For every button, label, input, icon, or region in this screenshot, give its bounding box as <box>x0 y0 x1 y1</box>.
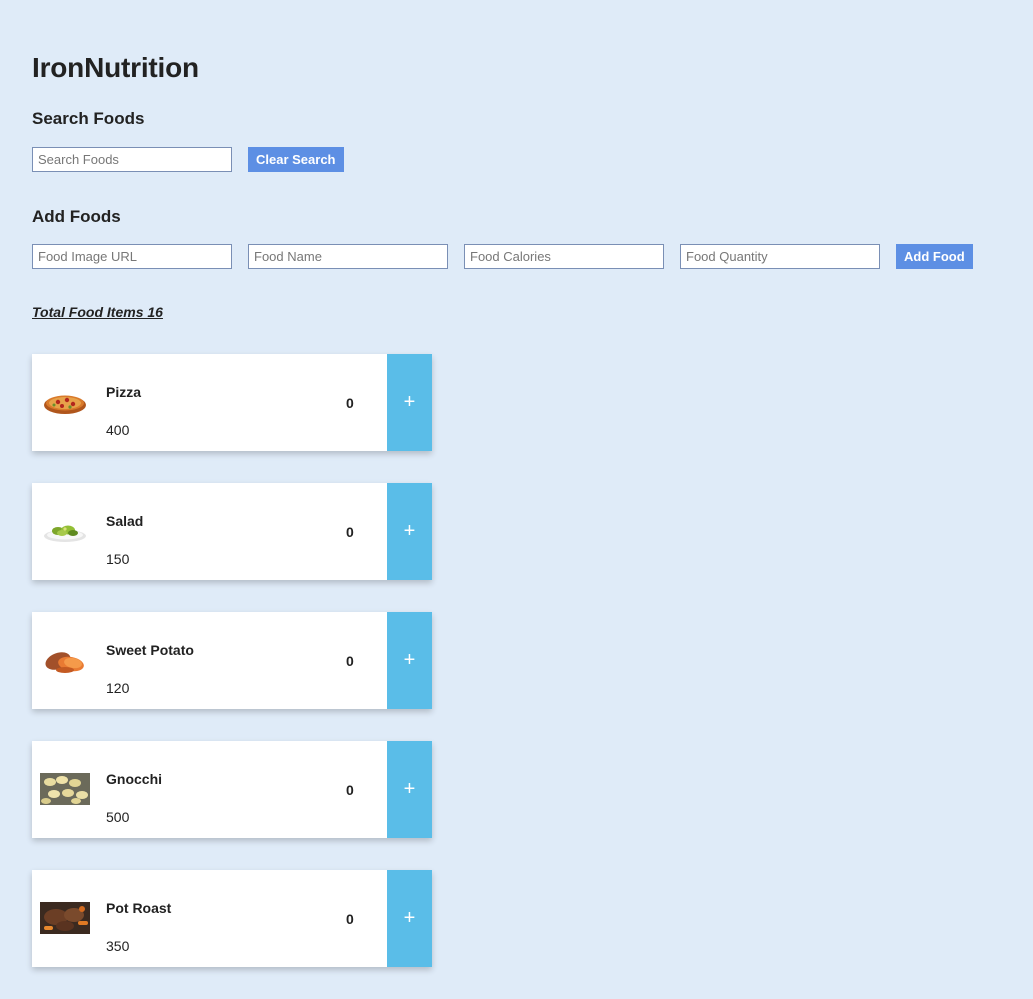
plus-icon: + <box>403 907 416 929</box>
pot-roast-icon <box>40 899 90 937</box>
food-card: Salad 150 0 + <box>32 483 432 580</box>
food-calories: 350 <box>106 938 130 954</box>
salad-icon <box>40 512 90 550</box>
page-title: IronNutrition <box>32 52 199 83</box>
search-input[interactable] <box>32 147 232 172</box>
food-quantity: 0 <box>346 653 354 669</box>
total-food-items: Total Food Items 16 <box>32 304 163 320</box>
add-quantity-button[interactable]: + <box>387 612 432 709</box>
food-quantity: 0 <box>346 782 354 798</box>
food-calories: 500 <box>106 809 130 825</box>
food-quantity: 0 <box>346 395 354 411</box>
plus-icon: + <box>403 778 416 800</box>
food-quantity: 0 <box>346 911 354 927</box>
food-image-url-input[interactable] <box>32 244 232 269</box>
plus-icon: + <box>403 520 416 542</box>
food-card: Pizza 400 0 + <box>32 354 432 451</box>
search-heading: Search Foods <box>32 109 145 128</box>
food-calories: 150 <box>106 551 130 567</box>
plus-icon: + <box>403 649 416 671</box>
add-foods-heading: Add Foods <box>32 207 121 226</box>
food-list: Pizza 400 0 + Salad 150 0 + Sweet Potato… <box>32 354 432 999</box>
food-name: Pizza <box>106 384 142 400</box>
food-name: Sweet Potato <box>106 642 194 658</box>
food-name: Pot Roast <box>106 900 172 916</box>
add-quantity-button[interactable]: + <box>387 870 432 967</box>
food-card: Gnocchi 500 0 + <box>32 741 432 838</box>
plus-icon: + <box>403 391 416 413</box>
food-card: Pot Roast 350 0 + <box>32 870 432 967</box>
food-name: Salad <box>106 513 144 529</box>
add-food-button[interactable]: Add Food <box>896 244 973 269</box>
food-calories: 120 <box>106 680 130 696</box>
sweet-potato-icon <box>40 641 90 679</box>
food-quantity-input[interactable] <box>680 244 880 269</box>
add-quantity-button[interactable]: + <box>387 354 432 451</box>
gnocchi-icon <box>40 770 90 808</box>
pizza-icon <box>40 383 90 421</box>
food-quantity: 0 <box>346 524 354 540</box>
add-quantity-button[interactable]: + <box>387 741 432 838</box>
clear-search-button[interactable]: Clear Search <box>248 147 344 172</box>
food-name-input[interactable] <box>248 244 448 269</box>
food-card: Sweet Potato 120 0 + <box>32 612 432 709</box>
food-calories: 400 <box>106 422 130 438</box>
food-name: Gnocchi <box>106 771 163 787</box>
food-calories-input[interactable] <box>464 244 664 269</box>
add-quantity-button[interactable]: + <box>387 483 432 580</box>
